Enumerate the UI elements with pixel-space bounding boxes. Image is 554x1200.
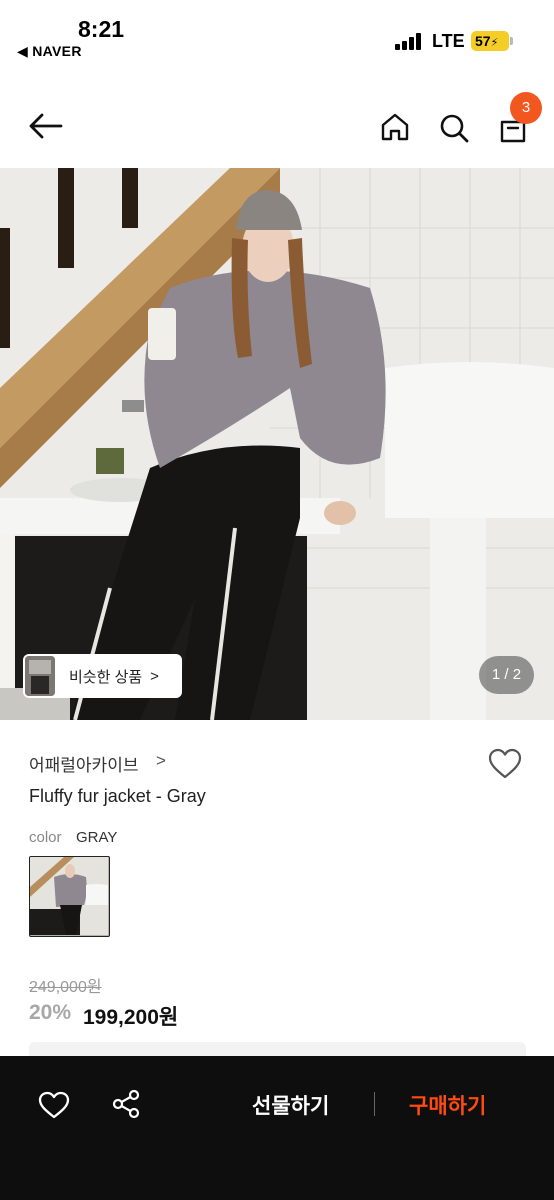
similar-products-button[interactable]: 비슷한 상품 > bbox=[23, 654, 182, 698]
image-pager: 1 / 2 bbox=[479, 656, 534, 694]
share-icon bbox=[112, 1089, 140, 1119]
cart-count-badge: 3 bbox=[510, 92, 542, 124]
similar-products-label: 비슷한 상품 bbox=[69, 668, 143, 686]
battery-icon: 57⚡ bbox=[471, 31, 509, 51]
heart-icon bbox=[38, 1091, 70, 1119]
discount-rate: 20% bbox=[29, 1001, 72, 1024]
bottom-action-bar bbox=[0, 1056, 554, 1200]
home-icon bbox=[381, 113, 409, 141]
color-option-gray[interactable] bbox=[29, 856, 110, 937]
product-title: Fluffy fur jacket - Gray bbox=[29, 786, 206, 806]
back-to-app-link[interactable]: ◀ NAVER bbox=[17, 43, 82, 60]
product-photo bbox=[0, 168, 554, 720]
back-button[interactable] bbox=[24, 106, 66, 146]
wishlist-button[interactable] bbox=[487, 748, 523, 785]
home-button[interactable] bbox=[376, 108, 414, 146]
nav-header bbox=[0, 70, 554, 168]
bottom-wishlist-button[interactable] bbox=[36, 1088, 72, 1122]
color-value: GRAY bbox=[76, 829, 118, 846]
brand-name[interactable]: 어패럴아카이브 bbox=[29, 751, 138, 776]
battery-tip bbox=[510, 37, 513, 45]
status-time: 8:21 bbox=[78, 16, 125, 42]
search-icon bbox=[440, 114, 469, 143]
similar-product-thumbnail bbox=[25, 656, 55, 696]
sale-price: 199,200원 bbox=[83, 1006, 179, 1029]
gift-button[interactable]: 선물하기 bbox=[252, 1090, 329, 1120]
action-divider bbox=[374, 1092, 375, 1116]
search-button[interactable] bbox=[434, 108, 474, 148]
brand-chevron-icon[interactable]: > bbox=[156, 751, 166, 771]
chevron-right-icon: > bbox=[150, 667, 159, 685]
battery-level: 57 bbox=[475, 33, 491, 49]
original-price: 249,000원 bbox=[29, 979, 102, 996]
color-label: color bbox=[29, 829, 62, 846]
buy-button[interactable]: 구매하기 bbox=[409, 1090, 486, 1120]
network-type: LTE bbox=[432, 31, 465, 51]
similar-thumbnail-image bbox=[25, 656, 55, 696]
status-bar: 8:21 ◀ NAVER LTE 57⚡ bbox=[0, 0, 554, 70]
product-image-carousel[interactable]: 비슷한 상품 > 1 / 2 bbox=[0, 168, 554, 720]
heart-icon bbox=[488, 748, 522, 779]
color-option-image bbox=[30, 857, 108, 935]
signal-icon bbox=[395, 33, 423, 50]
share-button[interactable] bbox=[108, 1086, 144, 1122]
arrow-left-icon bbox=[29, 113, 63, 139]
